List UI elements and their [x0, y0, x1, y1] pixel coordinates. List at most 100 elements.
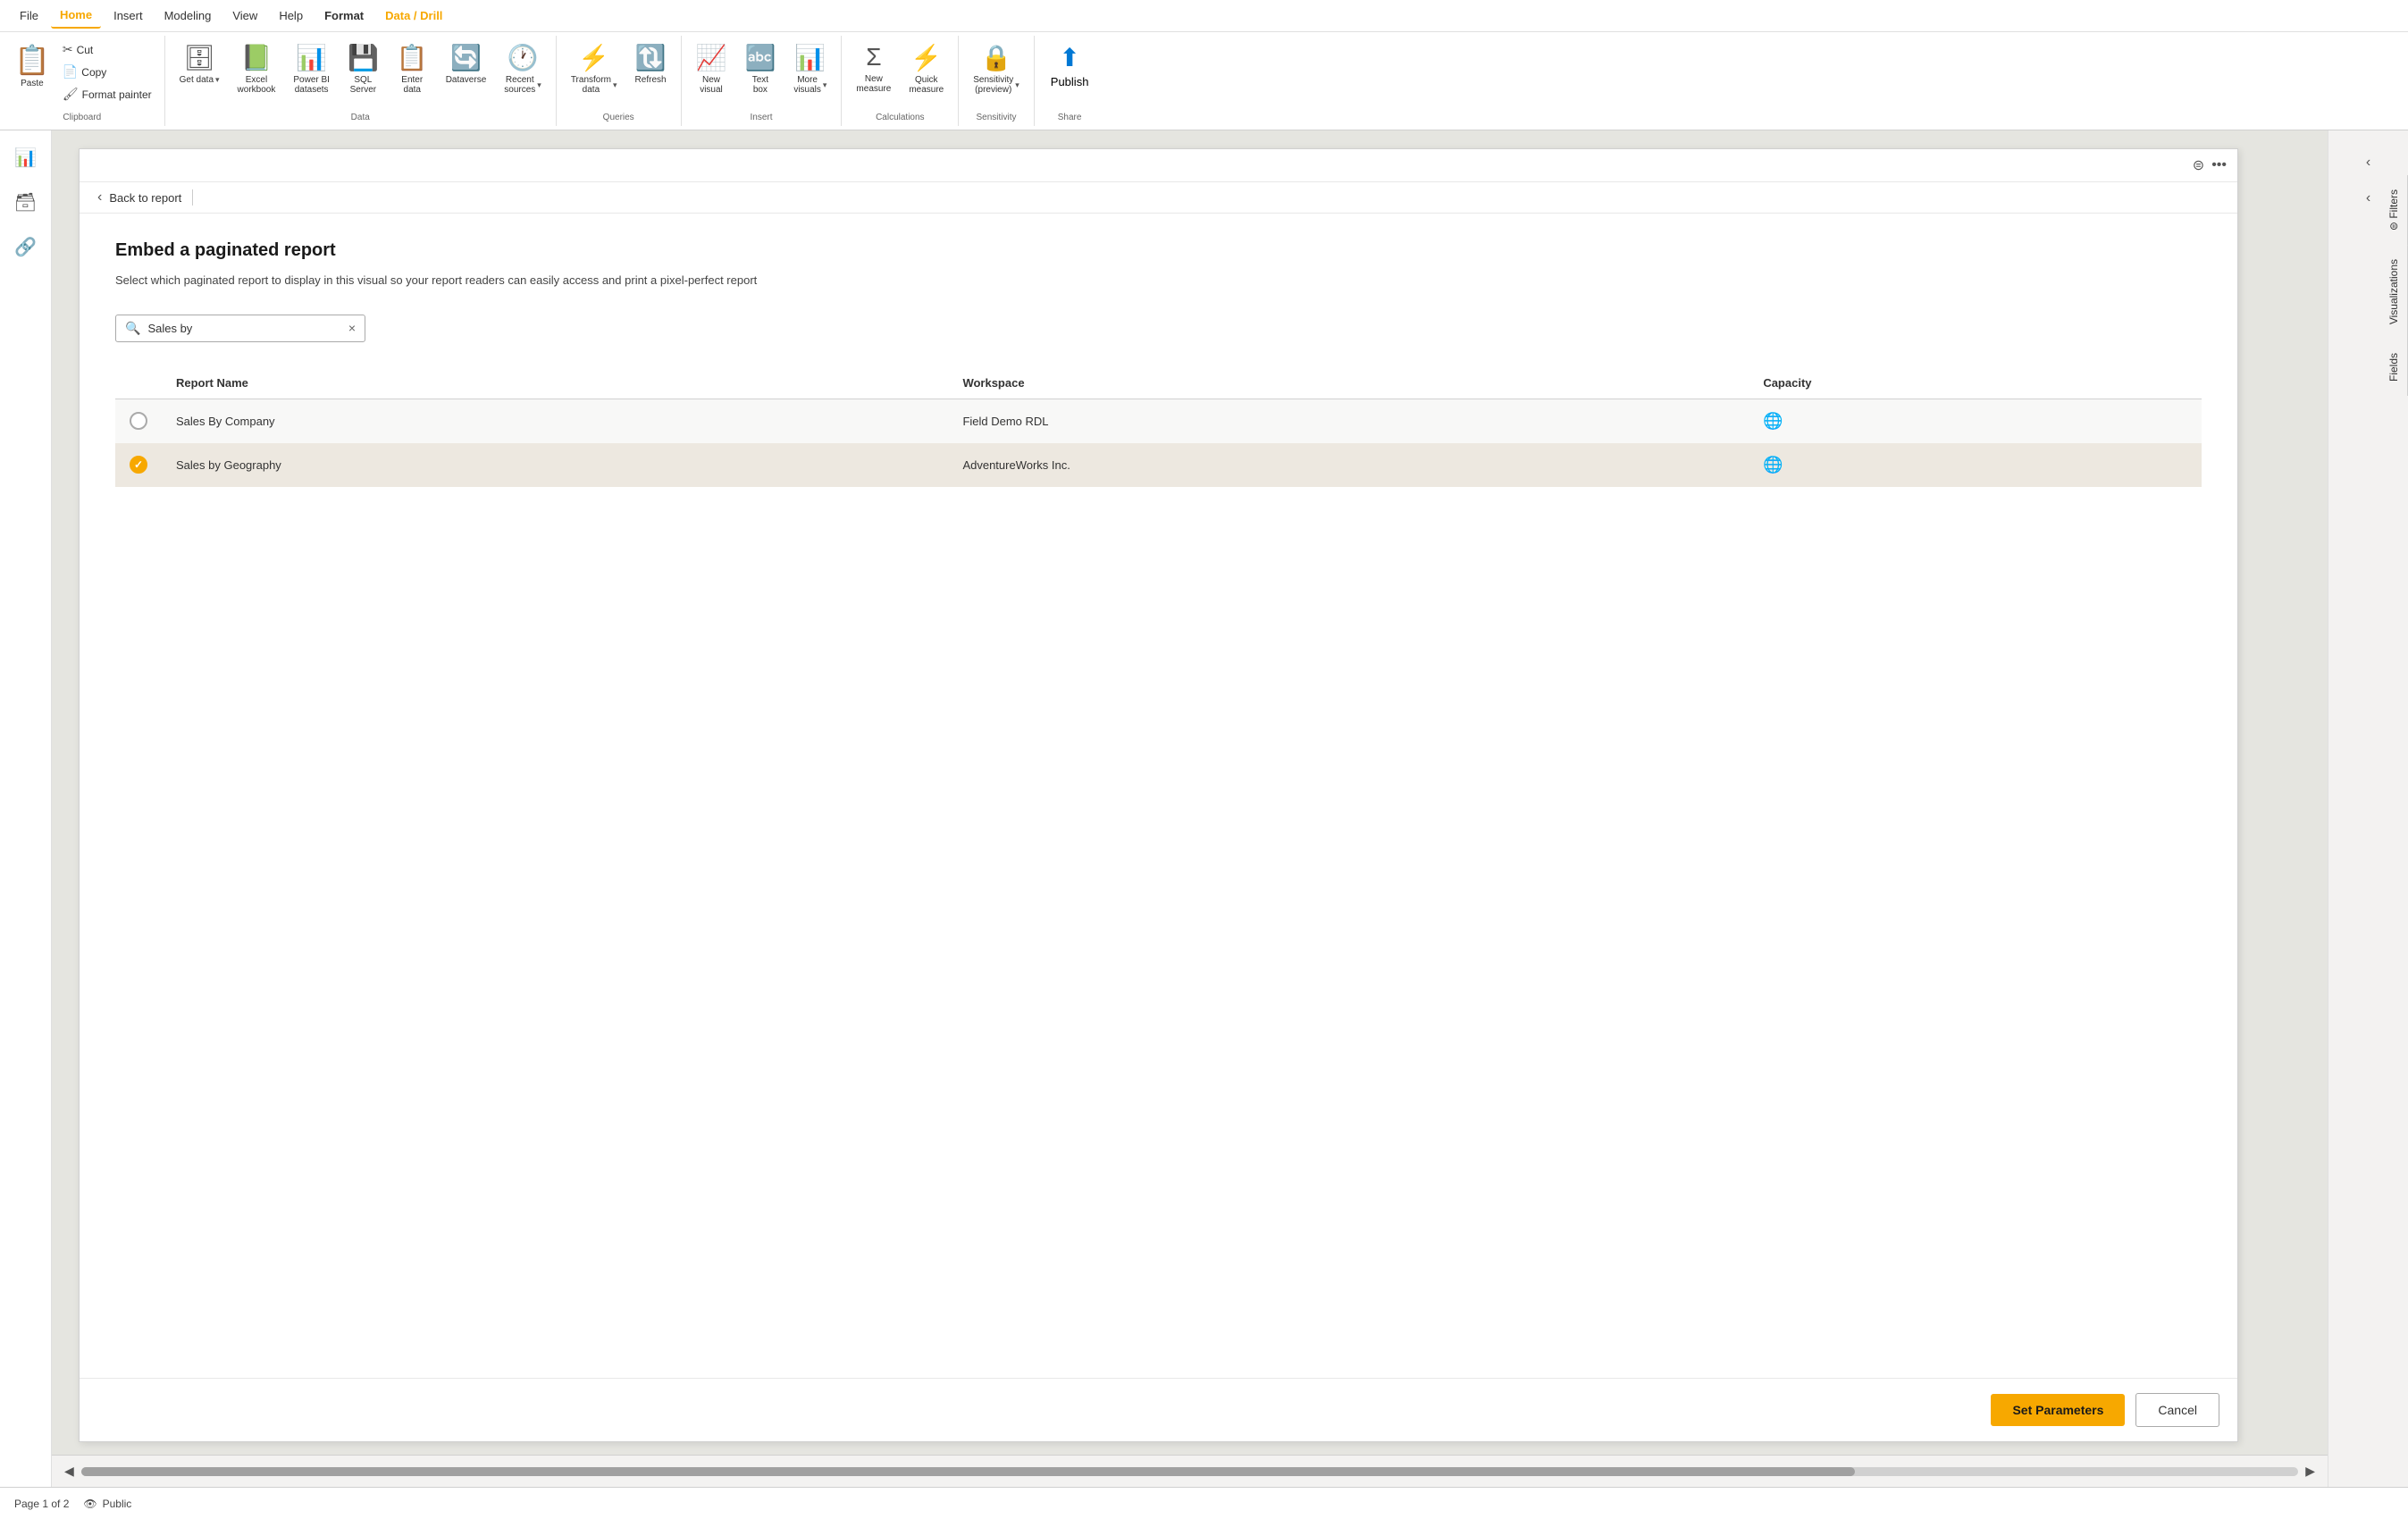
canvas-area: ⊜ ••• ‹ Back to report Embed a paginated… — [52, 130, 2328, 1487]
copy-button[interactable]: 📄 Copy — [57, 62, 157, 82]
ribbon-group-calculations: Σ Newmeasure ⚡ Quickmeasure Calculations — [842, 36, 959, 126]
more-options-icon[interactable]: ••• — [2211, 157, 2227, 173]
clipboard-right: ✂ Cut 📄 Copy 🖌 Format painter — [57, 39, 157, 105]
ribbon-group-insert: 📈 Newvisual 🔤 Textbox 📊 Morevisuals ▾ In… — [682, 36, 843, 126]
new-measure-button[interactable]: Σ Newmeasure — [849, 39, 898, 97]
dataverse-icon: 🔄 — [450, 43, 482, 72]
menu-file[interactable]: File — [11, 4, 47, 28]
menu-modeling[interactable]: Modeling — [155, 4, 221, 28]
menu-home[interactable]: Home — [51, 3, 101, 29]
quick-measure-button[interactable]: ⚡ Quickmeasure — [902, 39, 951, 98]
new-measure-icon: Σ — [866, 43, 881, 71]
paste-button[interactable]: 📋 Paste — [7, 39, 57, 92]
calculations-label: Calculations — [849, 111, 951, 126]
publish-icon: ⬆ — [1059, 43, 1079, 72]
back-to-report[interactable]: ‹ Back to report — [80, 182, 2237, 214]
radio-cell-1[interactable] — [115, 399, 162, 443]
calculations-content: Σ Newmeasure ⚡ Quickmeasure — [849, 36, 951, 111]
menu-view[interactable]: View — [223, 4, 266, 28]
clipboard-label: Clipboard — [7, 111, 157, 126]
ribbon-group-clipboard: 📋 Paste ✂ Cut 📄 Copy 🖌 Format painter Cl… — [0, 36, 165, 126]
collapse-nav-1[interactable]: ‹ — [2353, 147, 2385, 179]
data-view-icon[interactable]: 🗃 — [8, 184, 44, 220]
enter-data-label: Enterdata — [401, 75, 423, 95]
powerbi-button[interactable]: 📊 Power BIdatasets — [286, 39, 337, 98]
search-clear-icon[interactable]: × — [348, 321, 356, 335]
powerbi-icon: 📊 — [296, 43, 327, 72]
enter-data-icon: 📋 — [397, 43, 428, 72]
right-panel: ‹ ‹ ⊜ Filters Visualizations Fields — [2328, 130, 2408, 1487]
tab-filters[interactable]: ⊜ Filters — [2380, 175, 2408, 245]
sensitivity-label: Sensitivity(preview) ▾ — [973, 75, 1019, 95]
back-divider — [192, 189, 193, 206]
sensitivity-button[interactable]: 🔒 Sensitivity(preview) ▾ — [966, 39, 1027, 98]
scroll-right-arrow[interactable]: ▶ — [2302, 1462, 2319, 1481]
refresh-icon: 🔃 — [635, 43, 667, 72]
get-data-button[interactable]: 🗄 Get data ▾ — [172, 39, 227, 88]
cancel-button[interactable]: Cancel — [2135, 1393, 2219, 1427]
model-view-icon[interactable]: 🔗 — [8, 229, 44, 264]
search-icon: 🔍 — [125, 321, 140, 336]
publish-button[interactable]: ⬆ Publish — [1042, 39, 1098, 92]
paste-label: Paste — [21, 79, 44, 88]
right-tabs: ⊜ Filters Visualizations Fields — [2380, 175, 2408, 396]
publish-label: Publish — [1051, 75, 1089, 88]
dataverse-button[interactable]: 🔄 Dataverse — [439, 39, 494, 88]
radio-button-1[interactable] — [130, 412, 147, 430]
scroll-track[interactable] — [81, 1467, 2298, 1476]
ribbon-group-data: 🗄 Get data ▾ 📗 Excelworkbook 📊 Power BId… — [165, 36, 557, 126]
cut-icon: ✂ — [63, 42, 73, 57]
visualizations-label: Visualizations — [2387, 259, 2400, 324]
insert-content: 📈 Newvisual 🔤 Textbox 📊 Morevisuals ▾ — [689, 36, 835, 111]
new-visual-label: Newvisual — [700, 75, 723, 95]
menu-help[interactable]: Help — [270, 4, 312, 28]
search-input[interactable] — [147, 322, 340, 335]
set-parameters-button[interactable]: Set Parameters — [1991, 1394, 2125, 1426]
menu-bar: File Home Insert Modeling View Help Form… — [0, 0, 2408, 32]
clipboard-content: 📋 Paste ✂ Cut 📄 Copy 🖌 Format painter — [7, 36, 157, 111]
menu-insert[interactable]: Insert — [105, 4, 152, 28]
menu-format[interactable]: Format — [315, 4, 373, 28]
sql-button[interactable]: 💾 SQLServer — [340, 39, 386, 98]
workspace-1: Field Demo RDL — [948, 399, 1749, 443]
table-header-row: Report Name Workspace Capacity — [115, 367, 2202, 399]
cut-button[interactable]: ✂ Cut — [57, 39, 157, 60]
dataverse-label: Dataverse — [446, 75, 487, 85]
queries-content: ⚡ Transformdata ▾ 🔃 Refresh — [564, 36, 674, 111]
radio-cell-2[interactable] — [115, 443, 162, 487]
modal-content: Embed a paginated report Select which pa… — [80, 214, 2237, 1378]
modal-footer: Set Parameters Cancel — [80, 1378, 2237, 1441]
left-panel: 📊 🗃 🔗 — [0, 130, 52, 1487]
scroll-left-arrow[interactable]: ◀ — [61, 1462, 78, 1481]
format-painter-button[interactable]: 🖌 Format painter — [57, 84, 157, 105]
new-visual-icon: 📈 — [696, 43, 727, 72]
table-row[interactable]: Sales by Geography AdventureWorks Inc. 🌐 — [115, 443, 2202, 487]
new-visual-button[interactable]: 📈 Newvisual — [689, 39, 734, 98]
sql-icon: 💾 — [348, 43, 379, 72]
menu-datadrill[interactable]: Data / Drill — [376, 4, 451, 28]
tab-visualizations[interactable]: Visualizations — [2380, 245, 2408, 339]
visibility-status: 👁 Public — [83, 1498, 131, 1510]
page-label: Page 1 of 2 — [14, 1498, 69, 1510]
format-painter-icon: 🖌 — [63, 87, 79, 102]
text-box-label: Textbox — [752, 75, 768, 95]
report-name-2: Sales by Geography — [162, 443, 948, 487]
radio-button-2[interactable] — [130, 456, 147, 474]
excel-button[interactable]: 📗 Excelworkbook — [231, 39, 283, 98]
transform-data-button[interactable]: ⚡ Transformdata ▾ — [564, 39, 625, 98]
filter-icon[interactable]: ⊜ — [2193, 156, 2204, 174]
page-status: Page 1 of 2 — [14, 1498, 69, 1510]
data-label: Data — [172, 111, 549, 126]
back-to-report-label: Back to report — [109, 191, 181, 205]
text-box-button[interactable]: 🔤 Textbox — [737, 39, 783, 98]
enter-data-button[interactable]: 📋 Enterdata — [390, 39, 435, 98]
report-view-icon[interactable]: 📊 — [8, 139, 44, 175]
transform-icon: ⚡ — [578, 43, 609, 72]
refresh-button[interactable]: 🔃 Refresh — [628, 39, 674, 88]
tab-fields[interactable]: Fields — [2380, 339, 2408, 396]
recent-sources-button[interactable]: 🕐 Recentsources ▾ — [497, 39, 549, 98]
table-row[interactable]: Sales By Company Field Demo RDL 🌐 — [115, 399, 2202, 443]
back-arrow-icon: ‹ — [97, 189, 102, 206]
sensitivity-label-group: Sensitivity — [966, 111, 1027, 126]
more-visuals-button[interactable]: 📊 Morevisuals ▾ — [786, 39, 834, 98]
